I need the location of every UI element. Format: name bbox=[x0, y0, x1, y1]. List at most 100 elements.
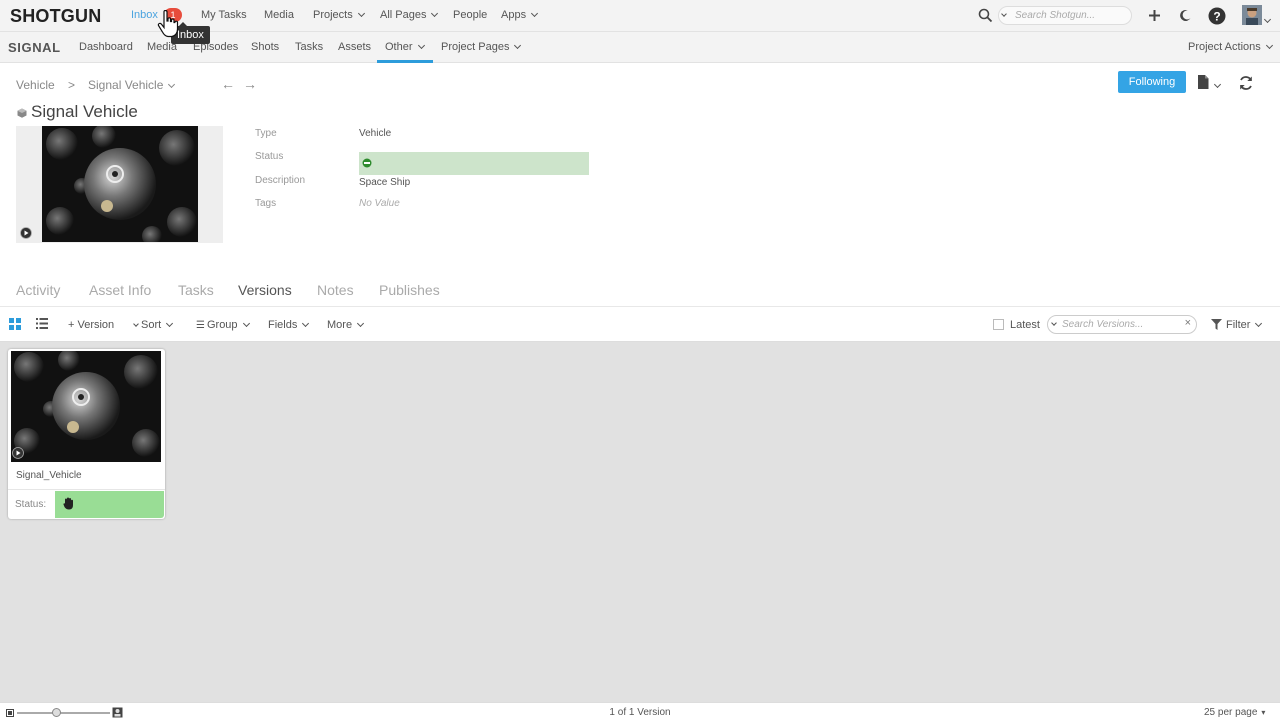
sort-label: Sort bbox=[141, 319, 162, 331]
project-nav-dashboard[interactable]: Dashboard bbox=[79, 41, 133, 53]
filter-icon[interactable] bbox=[1211, 319, 1222, 330]
page-title: Signal Vehicle bbox=[31, 102, 138, 121]
chevron-down-icon bbox=[1265, 41, 1273, 50]
version-status-label: Status: bbox=[15, 499, 47, 510]
project-nav-other[interactable]: Other bbox=[385, 41, 425, 53]
next-arrow-icon[interactable]: → bbox=[243, 76, 257, 92]
tab-versions[interactable]: Versions bbox=[238, 282, 292, 298]
chevron-down-icon bbox=[166, 319, 174, 328]
shotgun-logo[interactable]: SHOTGUN bbox=[10, 6, 101, 27]
description-field-label: Description bbox=[255, 175, 306, 186]
following-button[interactable]: Following bbox=[1118, 71, 1186, 93]
hand-cursor-icon bbox=[157, 10, 179, 38]
breadcrumb-current[interactable]: Signal Vehicle bbox=[88, 78, 176, 92]
project-actions-menu[interactable]: Project Actions bbox=[1188, 41, 1273, 53]
chevron-down-icon bbox=[242, 319, 250, 328]
refresh-icon[interactable] bbox=[1238, 75, 1254, 91]
tags-field-value[interactable]: No Value bbox=[359, 198, 400, 209]
group-button[interactable]: ☰ Group bbox=[196, 319, 250, 331]
nav-all-pages[interactable]: All Pages bbox=[380, 9, 439, 21]
chevron-down-icon bbox=[431, 9, 439, 18]
status-in-progress-icon bbox=[362, 158, 372, 168]
moon-icon[interactable] bbox=[1179, 9, 1192, 22]
nav-media[interactable]: Media bbox=[264, 9, 294, 21]
project-nav-tasks[interactable]: Tasks bbox=[295, 41, 323, 53]
user-avatar[interactable] bbox=[1242, 5, 1262, 25]
status-field-label: Status bbox=[255, 151, 284, 162]
chevron-down-icon[interactable] bbox=[1213, 80, 1222, 89]
nav-apps[interactable]: Apps bbox=[501, 9, 539, 21]
grid-view-icon[interactable] bbox=[9, 318, 21, 330]
type-field-label: Type bbox=[255, 128, 277, 139]
filter-button[interactable]: Filter bbox=[1226, 319, 1263, 331]
search-versions-placeholder: Search Versions... bbox=[1062, 319, 1144, 330]
asset-cube-icon bbox=[17, 108, 27, 118]
asset-thumbnail-image[interactable] bbox=[42, 126, 198, 242]
chevron-down-icon bbox=[168, 80, 176, 89]
global-search-placeholder: Search Shotgun... bbox=[1015, 10, 1096, 21]
card-divider bbox=[8, 489, 165, 490]
nav-people[interactable]: People bbox=[453, 9, 487, 21]
breadcrumb-separator: > bbox=[68, 78, 76, 92]
project-nav-project-pages-label: Project Pages bbox=[441, 41, 510, 53]
hand-stop-icon bbox=[63, 497, 73, 510]
tab-notes[interactable]: Notes bbox=[317, 282, 354, 298]
nav-all-pages-label: All Pages bbox=[380, 9, 427, 21]
nav-inbox[interactable]: Inbox bbox=[131, 9, 158, 21]
search-icon[interactable] bbox=[978, 8, 993, 23]
nav-my-tasks[interactable]: My Tasks bbox=[201, 9, 247, 21]
nav-projects[interactable]: Projects bbox=[313, 9, 365, 21]
type-field-value[interactable]: Vehicle bbox=[359, 128, 391, 139]
clear-search-icon[interactable]: × bbox=[1185, 317, 1191, 329]
chevron-down-icon bbox=[514, 41, 522, 50]
add-version-button[interactable]: + Version bbox=[68, 319, 114, 331]
tab-asset-info[interactable]: Asset Info bbox=[89, 282, 151, 298]
tab-publishes[interactable]: Publishes bbox=[379, 282, 440, 298]
versions-content-area bbox=[0, 342, 1280, 702]
per-page-select[interactable]: 25 per page ▾ bbox=[1204, 707, 1265, 718]
version-name[interactable]: Signal_Vehicle bbox=[16, 470, 82, 481]
latest-checkbox[interactable] bbox=[993, 319, 1004, 330]
nav-projects-label: Projects bbox=[313, 9, 353, 21]
nav-apps-label: Apps bbox=[501, 9, 527, 21]
project-nav-assets[interactable]: Assets bbox=[338, 41, 371, 53]
chevron-down-icon bbox=[531, 9, 539, 18]
list-view-icon[interactable] bbox=[36, 318, 48, 329]
svg-text:?: ? bbox=[1213, 10, 1220, 24]
status-field-value[interactable] bbox=[359, 152, 589, 175]
play-icon[interactable] bbox=[12, 447, 24, 459]
chevron-down-icon bbox=[357, 319, 365, 328]
description-field-value[interactable]: Space Ship bbox=[359, 177, 410, 188]
version-thumbnail-image[interactable] bbox=[11, 351, 161, 462]
project-nav-project-pages[interactable]: Project Pages bbox=[441, 41, 522, 53]
help-icon[interactable]: ? bbox=[1208, 7, 1226, 25]
chevron-down-icon bbox=[1051, 320, 1057, 326]
tab-tasks[interactable]: Tasks bbox=[178, 282, 214, 298]
asset-thumbnail-container[interactable] bbox=[16, 126, 223, 243]
sort-button[interactable]: Sort bbox=[133, 319, 174, 331]
breadcrumb-current-label: Signal Vehicle bbox=[88, 78, 164, 92]
chevron-down-icon bbox=[302, 319, 310, 328]
group-icon: ☰ bbox=[196, 320, 205, 331]
fields-label: Fields bbox=[268, 319, 298, 331]
plus-icon[interactable] bbox=[1148, 9, 1161, 22]
project-actions-label: Project Actions bbox=[1188, 41, 1261, 53]
document-icon[interactable] bbox=[1197, 75, 1209, 89]
group-label: Group bbox=[206, 319, 238, 331]
version-status-value[interactable] bbox=[55, 491, 164, 518]
breadcrumb-parent[interactable]: Vehicle bbox=[16, 78, 55, 92]
chevron-down-icon[interactable] bbox=[1263, 15, 1272, 24]
global-search-input[interactable]: Search Shotgun... bbox=[998, 6, 1132, 25]
tags-field-label: Tags bbox=[255, 198, 277, 209]
tab-activity[interactable]: Activity bbox=[16, 282, 60, 298]
search-versions-input[interactable]: Search Versions... × bbox=[1047, 315, 1197, 334]
play-icon[interactable] bbox=[20, 227, 32, 239]
more-button[interactable]: More bbox=[327, 319, 365, 331]
project-nav-shots[interactable]: Shots bbox=[251, 41, 279, 53]
version-card[interactable]: Signal_Vehicle Status: bbox=[8, 349, 165, 519]
active-tab-indicator bbox=[377, 60, 433, 63]
project-name[interactable]: SIGNAL bbox=[8, 40, 61, 55]
latest-label: Latest bbox=[1010, 319, 1040, 331]
previous-arrow-icon[interactable]: ← bbox=[221, 76, 235, 92]
fields-button[interactable]: Fields bbox=[268, 319, 310, 331]
